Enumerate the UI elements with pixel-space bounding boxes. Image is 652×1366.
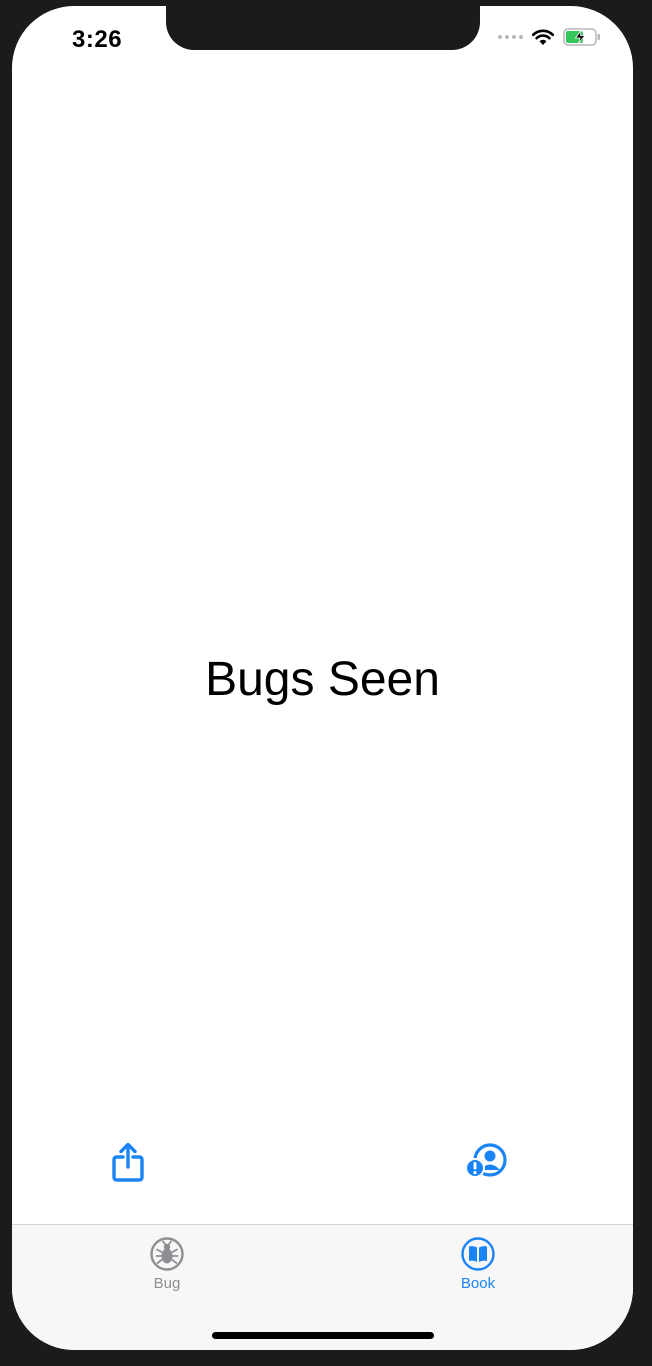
report-person-button[interactable] [465, 1140, 509, 1184]
tab-book[interactable]: Book [433, 1237, 523, 1292]
person-report-icon [465, 1143, 507, 1178]
cellular-signal-icon [498, 35, 523, 39]
device-frame: 3:26 Bugs Seen Bug Book [0, 0, 652, 1366]
tab-bug[interactable]: Bug [122, 1237, 212, 1292]
tab-bug-label: Bug [153, 1275, 181, 1292]
status-time: 3:26 [72, 26, 123, 53]
book-icon [461, 1237, 495, 1271]
status-icons [498, 28, 601, 46]
page-title: Bugs Seen [205, 653, 440, 706]
wifi-icon [531, 29, 555, 45]
battery-charging-icon [563, 28, 600, 46]
notch [166, 6, 480, 50]
bug-icon [150, 1237, 184, 1271]
share-button[interactable] [106, 1140, 150, 1184]
share-icon [112, 1142, 144, 1182]
home-indicator[interactable] [212, 1332, 434, 1339]
tab-book-label: Book [460, 1275, 496, 1292]
app-screen: 3:26 Bugs Seen Bug Book [12, 6, 633, 1350]
